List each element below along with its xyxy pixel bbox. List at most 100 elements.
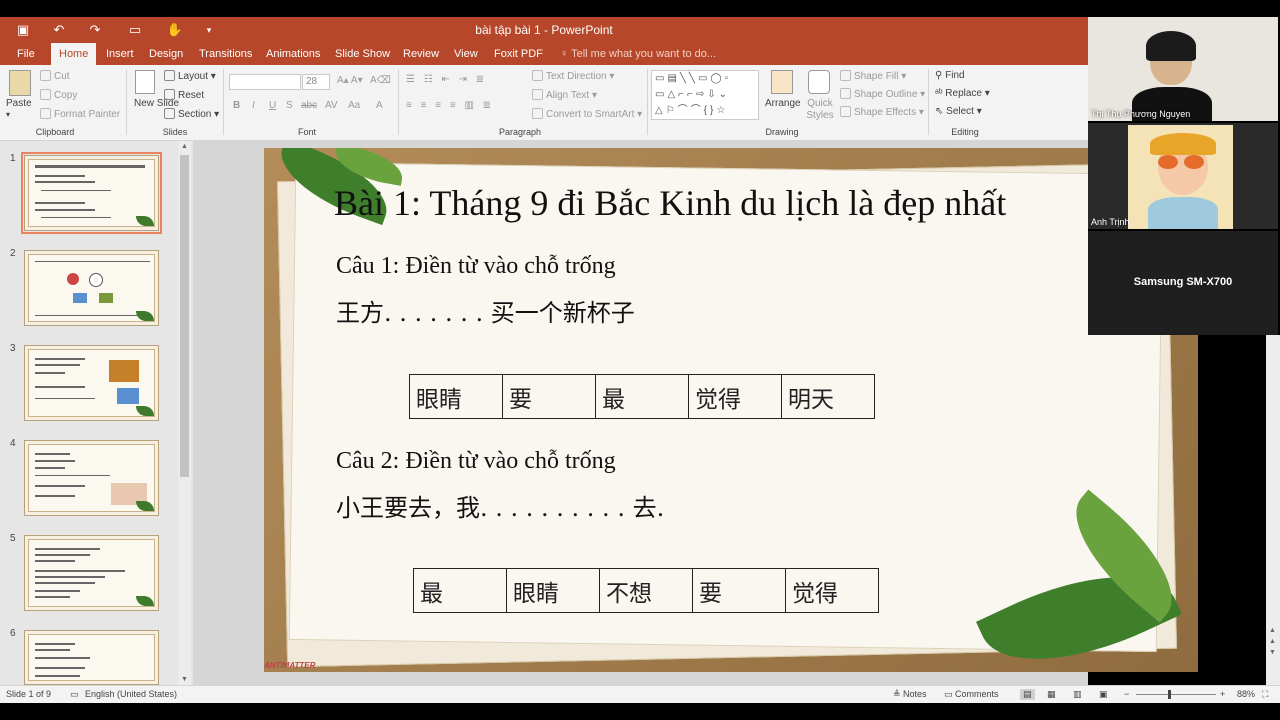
word-cell[interactable]: 要 bbox=[692, 568, 786, 613]
convert-smartart-button[interactable]: Convert to SmartArt ▾ bbox=[532, 108, 642, 120]
char-spacing-button[interactable]: AV bbox=[325, 100, 338, 111]
shape-outline-button[interactable]: Shape Outline ▾ bbox=[840, 88, 925, 100]
font-size-input[interactable]: 28 bbox=[302, 74, 330, 90]
comments-button[interactable]: ▭ Comments bbox=[944, 689, 999, 700]
text-direction-button[interactable]: Text Direction ▾ bbox=[532, 70, 614, 82]
tab-file[interactable]: File bbox=[9, 43, 43, 65]
slide-scrollbar[interactable]: ▲ ▲ ▼ bbox=[1266, 335, 1280, 685]
shadow-button[interactable]: S bbox=[286, 100, 293, 111]
thumb-line bbox=[35, 576, 105, 578]
find-button[interactable]: ⚲ Find bbox=[935, 70, 965, 81]
layout-icon bbox=[164, 70, 175, 81]
word-cell[interactable]: 眼睛 bbox=[409, 374, 503, 419]
word-cell[interactable]: 眼睛 bbox=[506, 568, 600, 613]
notes-button[interactable]: ≜ Notes bbox=[893, 689, 927, 700]
layout-button[interactable]: Layout ▾ bbox=[164, 70, 216, 82]
participant-tile-2[interactable]: Anh Trịnh bbox=[1088, 123, 1278, 229]
zoom-slider[interactable] bbox=[1136, 694, 1216, 695]
section-button[interactable]: Section ▾ bbox=[164, 108, 219, 120]
tab-review[interactable]: Review bbox=[395, 43, 447, 65]
question-1-label[interactable]: Câu 1: Điền từ vào chỗ trống bbox=[336, 253, 616, 280]
normal-view-icon[interactable]: ▤ bbox=[1020, 689, 1035, 700]
replace-button[interactable]: ᵃᵇ Replace ▾ bbox=[935, 88, 990, 99]
reading-view-icon[interactable]: ▥ bbox=[1073, 689, 1082, 700]
word-bank-table-2[interactable]: 最 眼睛 不想 要 觉得 bbox=[413, 568, 879, 613]
select-button[interactable]: ⇖ Select ▾ bbox=[935, 106, 982, 117]
copy-button[interactable]: Copy bbox=[40, 89, 77, 101]
bullets-icon[interactable]: ☰ ☷ ⇤ ⇥ ≣ bbox=[406, 74, 487, 85]
tab-view[interactable]: View bbox=[446, 43, 486, 65]
tab-foxit-pdf[interactable]: Foxit PDF bbox=[486, 43, 551, 65]
slide-thumbnail-4[interactable] bbox=[24, 440, 159, 516]
bold-button[interactable]: B bbox=[233, 100, 240, 111]
arrange-icon[interactable] bbox=[771, 70, 793, 94]
italic-button[interactable]: I bbox=[252, 100, 255, 111]
thumb-number: 2 bbox=[10, 248, 16, 259]
slide-thumbnail-5[interactable] bbox=[24, 535, 159, 611]
align-text-button[interactable]: Align Text ▾ bbox=[532, 89, 597, 101]
participant-tile-1[interactable]: Thị Thu Phương Nguyen bbox=[1088, 17, 1278, 121]
word-cell[interactable]: 觉得 bbox=[785, 568, 879, 613]
font-family-input[interactable] bbox=[229, 74, 301, 90]
clear-format-icon[interactable]: A⌫ bbox=[370, 75, 391, 86]
slide-thumbnail-2[interactable] bbox=[24, 250, 159, 326]
word-cell[interactable]: 明天 bbox=[781, 374, 875, 419]
shape-fill-button[interactable]: Shape Fill ▾ bbox=[840, 70, 906, 82]
zoom-level[interactable]: 88% bbox=[1237, 689, 1255, 699]
word-cell[interactable]: 不想 bbox=[599, 568, 693, 613]
slide-thumbnail-3[interactable] bbox=[24, 345, 159, 421]
current-slide[interactable]: Bài 1: Tháng 9 đi Bắc Kinh du lịch là đẹ… bbox=[264, 148, 1198, 672]
thumbnail-scrollbar[interactable]: ▲ ▼ bbox=[178, 141, 191, 685]
scroll-thumb[interactable] bbox=[180, 155, 189, 477]
align-icons[interactable]: ≡ ≡ ≡ ≡ ▥ ≣ bbox=[406, 100, 494, 111]
word-bank-table-1[interactable]: 眼睛 要 最 觉得 明天 bbox=[409, 374, 875, 419]
zoom-in-button[interactable]: + bbox=[1220, 689, 1225, 699]
zoom-slider-thumb[interactable] bbox=[1168, 690, 1171, 699]
slideshow-view-icon[interactable]: ▣ bbox=[1099, 689, 1108, 700]
paste-dropdown-icon[interactable]: ▾ bbox=[6, 110, 10, 119]
slide-thumbnail-1[interactable] bbox=[21, 152, 162, 234]
question-2-label[interactable]: Câu 2: Điền từ vào chỗ trống bbox=[336, 448, 616, 475]
cut-button[interactable]: Cut bbox=[40, 70, 70, 82]
scroll-down-icon[interactable]: ▼ bbox=[180, 676, 189, 683]
scroll-controls-icon[interactable]: ▲ ▲ ▼ bbox=[1269, 625, 1278, 658]
strikethrough-button[interactable]: abc bbox=[301, 100, 317, 111]
fit-to-window-icon[interactable]: ⛶ bbox=[1262, 689, 1268, 700]
scroll-up-icon[interactable]: ▲ bbox=[180, 143, 189, 150]
word-cell[interactable]: 觉得 bbox=[688, 374, 782, 419]
slide-thumbnail-6[interactable] bbox=[24, 630, 159, 685]
grow-font-icon[interactable]: A▴ A▾ bbox=[337, 75, 363, 86]
tab-transitions[interactable]: Transitions bbox=[191, 43, 260, 65]
tell-me-search[interactable]: ♀ Tell me what you want to do... bbox=[552, 43, 724, 65]
language-indicator[interactable]: English (United States) bbox=[85, 689, 177, 699]
tab-insert[interactable]: Insert bbox=[98, 43, 142, 65]
quick-styles-button[interactable]: Quick Styles bbox=[803, 98, 837, 122]
tab-home[interactable]: Home bbox=[51, 43, 97, 65]
slide-sorter-icon[interactable]: ▦ bbox=[1047, 689, 1056, 700]
new-slide-icon[interactable] bbox=[135, 70, 155, 94]
paste-button[interactable]: Paste bbox=[6, 98, 32, 109]
reset-button[interactable]: Reset bbox=[164, 89, 204, 101]
quick-styles-icon[interactable] bbox=[808, 70, 830, 94]
underline-button[interactable]: U bbox=[269, 100, 276, 111]
tab-design[interactable]: Design bbox=[141, 43, 191, 65]
question-2-sentence[interactable]: 小王要去，我. . . . . . . . . . 去. bbox=[336, 488, 664, 523]
arrange-button[interactable]: Arrange bbox=[765, 98, 801, 109]
tab-animations[interactable]: Animations bbox=[258, 43, 328, 65]
question-1-sentence[interactable]: 王方. . . . . . . 买一个新杯子 bbox=[336, 293, 635, 328]
shapes-gallery[interactable]: ▭▤╲╲▭◯▫ ▭△⌐⌐⇨⇩⌄ △⚐⌒⌒{}☆ bbox=[651, 70, 759, 120]
zoom-out-button[interactable]: − bbox=[1124, 689, 1129, 699]
slide-title[interactable]: Bài 1: Tháng 9 đi Bắc Kinh du lịch là đẹ… bbox=[334, 182, 1006, 224]
spell-check-icon[interactable]: ▭ bbox=[70, 689, 79, 700]
word-cell[interactable]: 要 bbox=[502, 374, 596, 419]
participant-tile-3[interactable]: Samsung SM-X700 bbox=[1088, 231, 1278, 335]
word-cell[interactable]: 最 bbox=[413, 568, 507, 613]
change-case-button[interactable]: Aa bbox=[348, 100, 360, 111]
tab-slide-show[interactable]: Slide Show bbox=[327, 43, 398, 65]
format-painter-button[interactable]: Format Painter bbox=[40, 108, 120, 120]
font-color-button[interactable]: A bbox=[376, 100, 383, 111]
thumb-line bbox=[35, 554, 90, 556]
paste-icon[interactable] bbox=[9, 70, 31, 96]
shape-effects-button[interactable]: Shape Effects ▾ bbox=[840, 106, 924, 118]
word-cell[interactable]: 最 bbox=[595, 374, 689, 419]
